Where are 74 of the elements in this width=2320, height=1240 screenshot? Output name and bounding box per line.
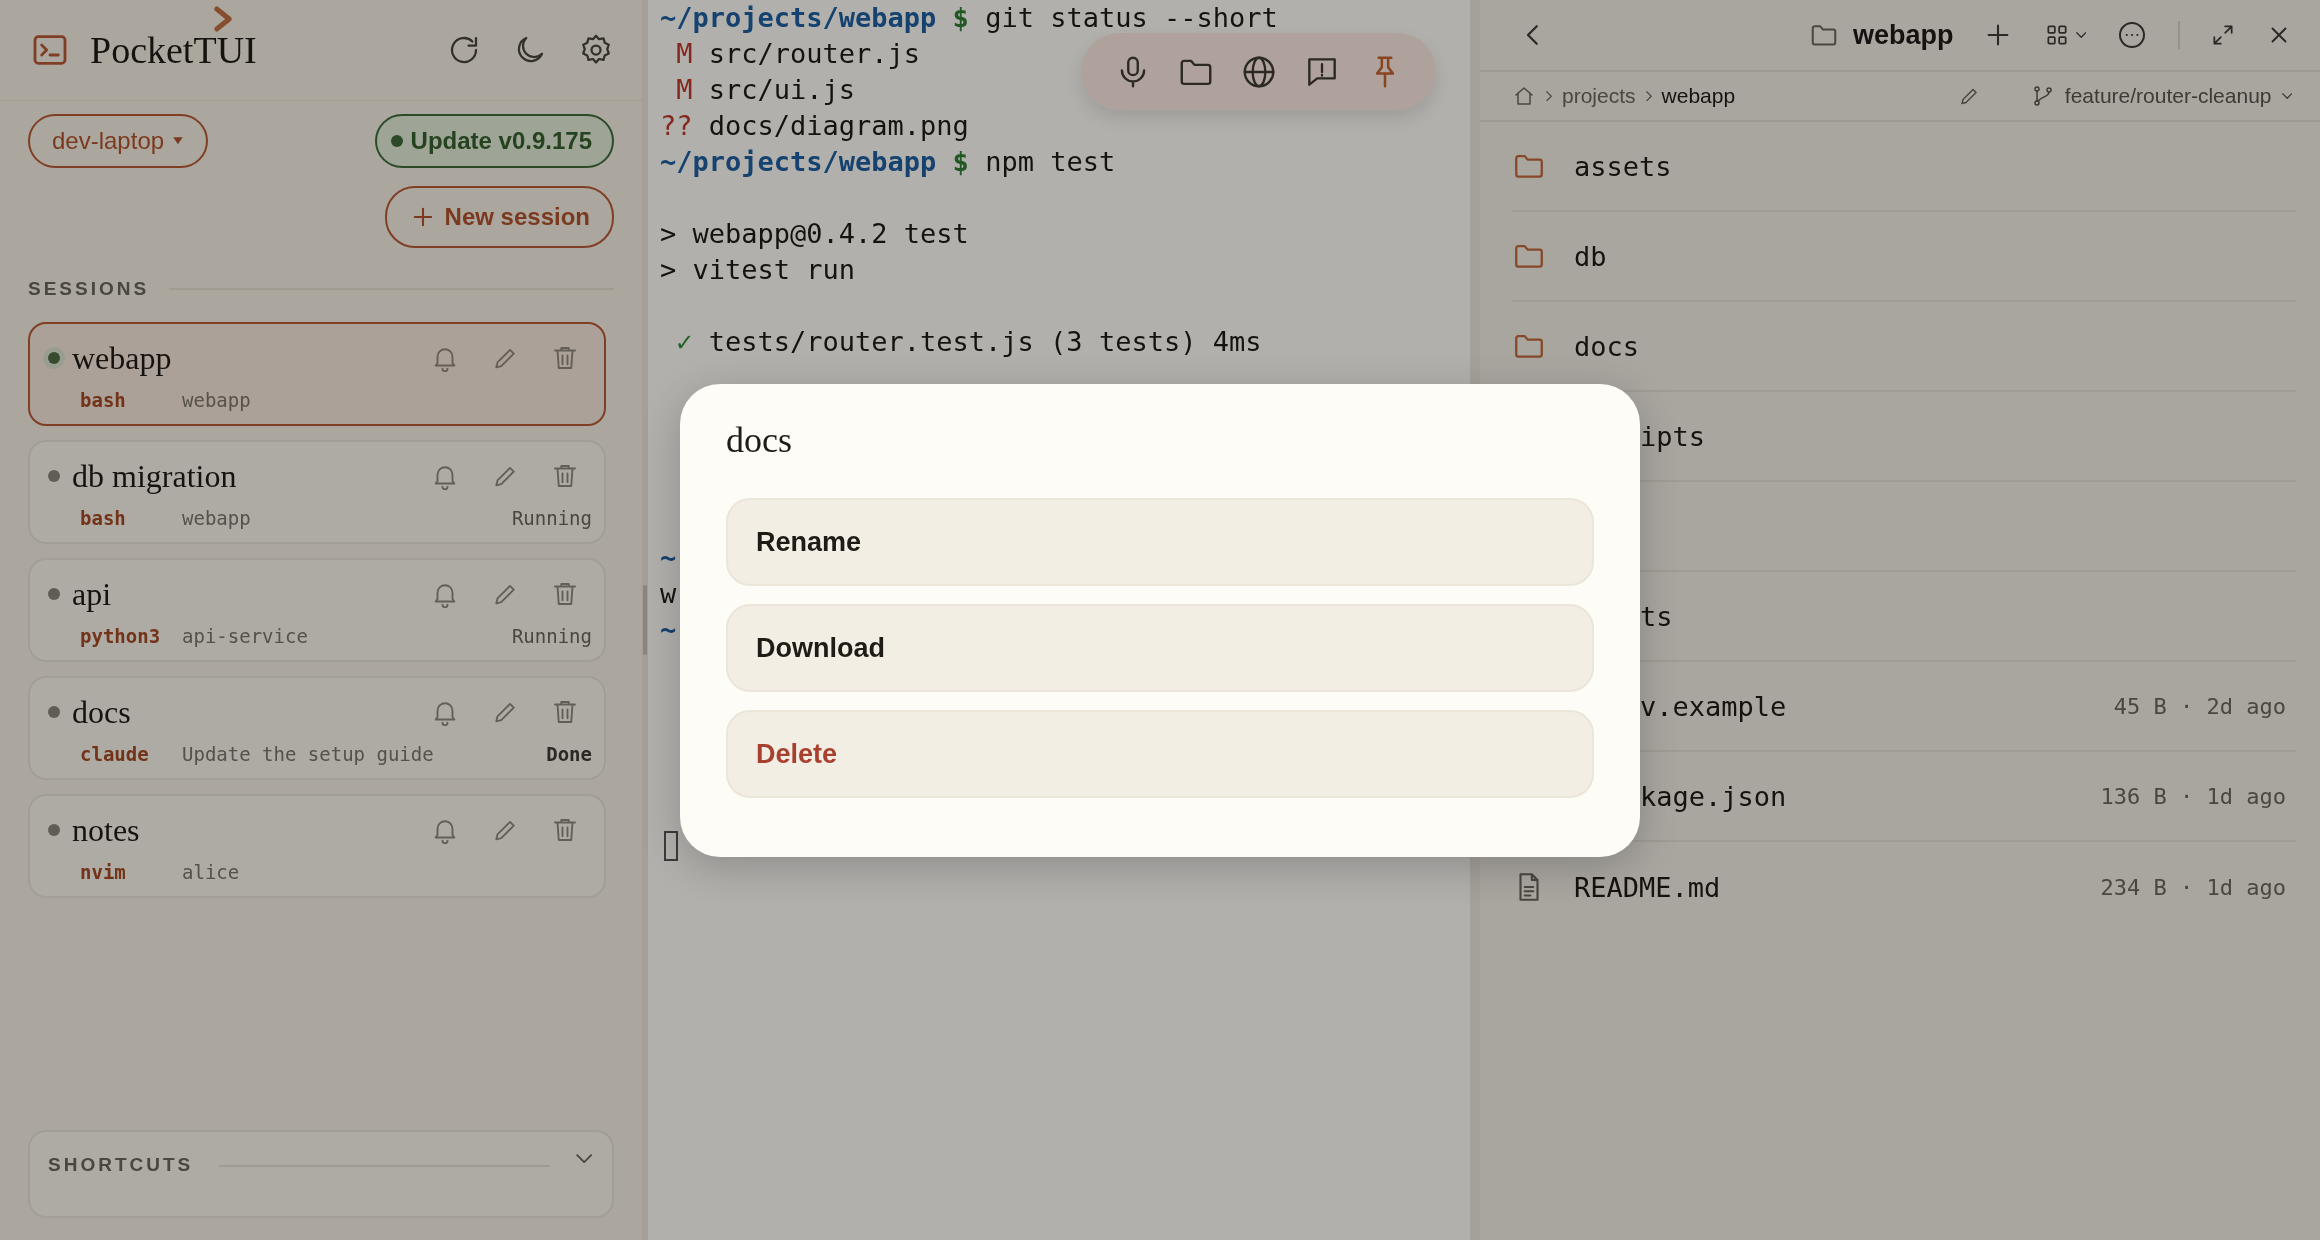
terminal-line: ~ (660, 541, 677, 575)
file-meta: 234 B · 1d ago (2100, 874, 2286, 900)
file-name[interactable]: v.example (1640, 690, 2114, 722)
caret-icon (2075, 32, 2086, 38)
terminal-cursor (664, 831, 678, 861)
session-command: python3 (80, 625, 162, 647)
session-name: api (72, 575, 113, 613)
session-command: bash (80, 389, 127, 411)
session-name: webapp (72, 339, 173, 377)
file-name[interactable]: db (1574, 240, 2296, 272)
session-card[interactable]: api python3 api-service Running (28, 558, 606, 662)
session-status: Running (511, 507, 592, 529)
host-selector[interactable]: dev-laptop (28, 114, 208, 168)
chevron-right-icon (1645, 90, 1652, 102)
breadcrumb-item[interactable]: webapp (1661, 84, 1736, 108)
session-card[interactable]: db migration bash webapp Running (28, 440, 606, 544)
terminal-line: > vitest run (660, 253, 856, 287)
session-name: docs (72, 693, 132, 731)
session-card[interactable]: webapp bash webapp (28, 322, 606, 426)
session-detail: webapp (182, 389, 252, 411)
session-status: Done (546, 743, 592, 765)
expand-icon[interactable] (2210, 22, 2236, 48)
session-command: nvim (80, 861, 127, 883)
menu-action[interactable]: Delete (726, 710, 1594, 798)
file-name[interactable]: ipts (1640, 420, 2296, 452)
file-meta: 136 B · 1d ago (2100, 783, 2286, 809)
session-detail: alice (182, 861, 241, 883)
more-icon[interactable] (2116, 19, 2148, 51)
status-mark: ?? (660, 109, 693, 143)
section-label: SHORTCUTS (48, 1154, 194, 1176)
terminal-line: ~/projects/webapp $ git status --short (660, 1, 1278, 35)
caret-icon (172, 136, 184, 146)
terminal-line: > webapp@0.4.2 test (660, 217, 969, 251)
breadcrumb-item[interactable]: projects (1562, 84, 1636, 108)
status-mark: ✓ (675, 325, 693, 359)
file-name[interactable]: docs (1574, 330, 2296, 362)
dialog-title: docs (726, 419, 793, 462)
status-mark: M (675, 37, 693, 71)
terminal-line: w (660, 577, 677, 611)
session-detail: Update the setup guide (182, 743, 435, 765)
section-label: SESSIONS (28, 278, 150, 300)
session-command: claude (80, 743, 150, 765)
terminal-line: tests/router.test.js (3 tests) 4ms (708, 325, 1262, 359)
file-name[interactable]: ts (1640, 600, 2296, 632)
session-command: bash (80, 507, 127, 529)
chevron-down-icon[interactable] (575, 1154, 592, 1164)
update-button[interactable]: Update v0.9.175 (374, 114, 614, 168)
chevron-right-icon (1546, 90, 1552, 102)
terminal-line: src/router.js (708, 37, 921, 71)
session-card[interactable]: docs claude Update the setup guide Done (28, 676, 606, 780)
menu-action[interactable]: Download (726, 604, 1594, 692)
file-meta: 45 B · 2d ago (2113, 693, 2286, 719)
new-session-button[interactable]: New session (384, 186, 614, 248)
folder-title: webapp (1853, 19, 1954, 51)
session-name: notes (72, 811, 141, 849)
terminal-line: src/ui.js (708, 73, 856, 107)
file-name[interactable]: README.md (1574, 871, 2101, 903)
menu-action[interactable]: Rename (726, 498, 1594, 586)
file-name[interactable]: assets (1574, 150, 2296, 182)
terminal-line: docs/diagram.png (708, 109, 969, 143)
branch-name[interactable]: feature/router-cleanup (2064, 84, 2272, 108)
session-card[interactable]: notes nvim alice (28, 794, 606, 898)
home-icon[interactable] (1512, 84, 1536, 108)
shortcuts-panel[interactable]: SHORTCUTS (28, 1130, 614, 1218)
terminal-line: ~ (660, 613, 677, 647)
status-mark: M (675, 73, 693, 107)
session-detail: webapp (182, 507, 252, 529)
session-detail: api-service (182, 625, 309, 647)
terminal-line: ~/projects/webapp $ npm test (660, 145, 1116, 179)
session-name: db migration (72, 457, 238, 495)
session-status: Running (511, 625, 592, 647)
caret-icon[interactable] (2281, 93, 2292, 99)
file-name[interactable]: kage.json (1640, 780, 2101, 812)
app-title: PocketTUI (90, 28, 258, 72)
